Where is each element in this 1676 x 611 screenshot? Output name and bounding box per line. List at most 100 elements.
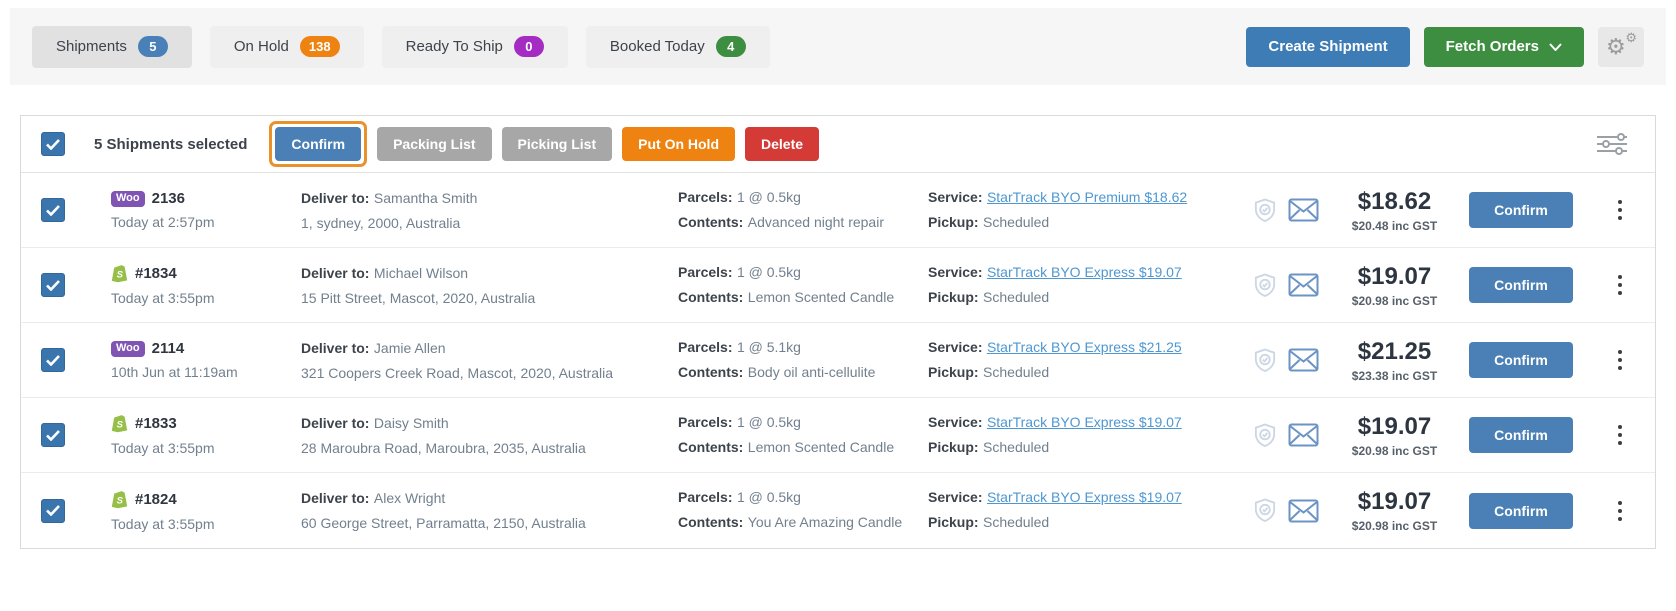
- tab-on-hold-count-badge: 138: [299, 36, 340, 57]
- bulk-confirm-button[interactable]: Confirm: [275, 127, 362, 161]
- deliver-to-label: Deliver to:: [301, 189, 370, 206]
- fetch-orders-button[interactable]: Fetch Orders: [1423, 26, 1584, 67]
- pickup-value: Scheduled: [983, 213, 1050, 230]
- status-tabs: Shipments 5 On Hold 138 Ready To Ship 0 …: [32, 25, 770, 68]
- pickup-label: Pickup:: [928, 363, 979, 380]
- parcels-value: 1 @ 0.5kg: [736, 413, 801, 430]
- row-checkbox[interactable]: [41, 423, 65, 447]
- parcels-label: Parcels:: [678, 413, 733, 430]
- shopify-icon: S: [111, 490, 128, 508]
- insurance-shield-icon[interactable]: [1254, 498, 1276, 523]
- price: $19.07: [1357, 262, 1432, 290]
- contents-label: Contents:: [678, 363, 744, 380]
- contents-label: Contents:: [678, 514, 744, 530]
- svg-text:S: S: [117, 495, 124, 506]
- delivery-address: 60 George Street, Parramatta, 2150, Aust…: [301, 515, 586, 531]
- email-icon[interactable]: [1288, 499, 1319, 523]
- picking-list-button[interactable]: Picking List: [501, 127, 613, 161]
- create-shipment-button[interactable]: Create Shipment: [1246, 26, 1410, 67]
- gear-icon: ⚙: [1606, 33, 1626, 59]
- service-link[interactable]: StarTrack BYO Express $19.07: [987, 264, 1182, 280]
- service-label: Service:: [928, 188, 983, 205]
- bulk-action-bar: 5 Shipments selected Confirm Packing Lis…: [21, 116, 1655, 173]
- order-date: Today at 3:55pm: [111, 440, 215, 456]
- row-confirm-button[interactable]: Confirm: [1469, 267, 1573, 303]
- parcels-value: 1 @ 5.1kg: [736, 338, 801, 355]
- row-menu-icon[interactable]: [1612, 419, 1628, 451]
- contents-value: Advanced night repair: [747, 213, 884, 230]
- delivery-address: 15 Pitt Street, Mascot, 2020, Australia: [301, 289, 536, 306]
- shopify-icon: S: [111, 415, 128, 433]
- deliver-to-label: Deliver to:: [301, 490, 370, 506]
- order-id: 2136: [151, 190, 185, 207]
- email-icon[interactable]: [1288, 273, 1319, 297]
- parcels-value: 1 @ 0.5kg: [736, 188, 801, 205]
- email-icon[interactable]: [1288, 348, 1319, 372]
- row-checkbox[interactable]: [41, 498, 65, 523]
- insurance-shield-icon[interactable]: [1254, 273, 1276, 298]
- order-date: Today at 2:57pm: [111, 214, 215, 230]
- deliver-to-label: Deliver to:: [301, 414, 370, 431]
- row-confirm-button[interactable]: Confirm: [1469, 492, 1573, 529]
- recipient-name: Samantha Smith: [373, 189, 478, 206]
- top-bar: Shipments 5 On Hold 138 Ready To Ship 0 …: [10, 8, 1666, 85]
- tab-booked-today[interactable]: Booked Today 4: [585, 25, 770, 68]
- recipient-name: Michael Wilson: [373, 264, 469, 281]
- email-icon[interactable]: [1288, 198, 1319, 222]
- contents-label: Contents:: [678, 213, 744, 230]
- insurance-shield-icon[interactable]: [1254, 348, 1276, 373]
- select-all-checkbox[interactable]: [41, 132, 65, 156]
- price-inc-gst: $20.98 inc GST: [1351, 443, 1438, 458]
- pickup-label: Pickup:: [928, 514, 979, 530]
- row-checkbox[interactable]: [41, 198, 65, 222]
- row-confirm-button[interactable]: Confirm: [1469, 417, 1573, 453]
- row-menu-icon[interactable]: [1612, 344, 1628, 376]
- put-on-hold-button[interactable]: Put On Hold: [622, 127, 736, 161]
- contents-label: Contents:: [678, 438, 744, 455]
- insurance-shield-icon[interactable]: [1254, 198, 1276, 223]
- row-menu-icon[interactable]: [1612, 194, 1628, 226]
- tab-shipments[interactable]: Shipments 5: [32, 25, 192, 68]
- price: $21.25: [1357, 337, 1432, 365]
- service-label: Service:: [928, 338, 983, 355]
- service-link[interactable]: StarTrack BYO Express $19.07: [987, 414, 1182, 430]
- parcels-label: Parcels:: [678, 338, 733, 355]
- shipment-row: Woo S 2114 10th Jun at 11:19am Deliver t…: [21, 323, 1655, 398]
- row-checkbox[interactable]: [41, 348, 65, 372]
- parcels-value: 1 @ 0.5kg: [736, 263, 801, 280]
- tab-on-hold[interactable]: On Hold 138: [209, 25, 364, 68]
- contents-label: Contents:: [678, 288, 744, 305]
- row-confirm-button[interactable]: Confirm: [1469, 192, 1573, 228]
- tab-on-hold-label: On Hold: [233, 38, 289, 55]
- pickup-value: Scheduled: [983, 438, 1050, 455]
- email-icon[interactable]: [1288, 423, 1319, 447]
- packing-list-button[interactable]: Packing List: [377, 127, 492, 161]
- row-checkbox[interactable]: [41, 273, 65, 297]
- tab-ready-to-ship[interactable]: Ready To Ship 0: [381, 25, 568, 68]
- row-menu-icon[interactable]: [1612, 495, 1628, 527]
- tab-shipments-label: Shipments: [56, 38, 127, 55]
- service-link[interactable]: StarTrack BYO Express $21.25: [987, 339, 1182, 355]
- contents-value: Lemon Scented Candle: [747, 438, 895, 455]
- service-label: Service:: [928, 413, 983, 430]
- service-link[interactable]: StarTrack BYO Express $19.07: [987, 489, 1182, 505]
- service-label: Service:: [928, 489, 983, 505]
- delete-button[interactable]: Delete: [745, 127, 820, 161]
- parcels-label: Parcels:: [678, 489, 733, 505]
- bulk-buttons: Confirm Packing List Picking List Put On…: [269, 121, 820, 167]
- price: $19.07: [1357, 488, 1432, 515]
- price-inc-gst: $20.98 inc GST: [1351, 293, 1438, 308]
- delivery-address: 28 Maroubra Road, Maroubra, 2035, Austra…: [301, 439, 586, 456]
- delivery-address: 1, sydney, 2000, Australia: [301, 214, 461, 231]
- check-icon: [46, 279, 60, 291]
- order-date: Today at 3:55pm: [111, 515, 215, 532]
- filter-settings-button[interactable]: [1595, 132, 1629, 156]
- service-link[interactable]: StarTrack BYO Premium $18.62: [987, 189, 1187, 205]
- woocommerce-icon: Woo: [111, 340, 145, 357]
- parcels-label: Parcels:: [678, 263, 733, 280]
- settings-button[interactable]: ⚙ ⚙: [1598, 26, 1644, 67]
- row-confirm-button[interactable]: Confirm: [1469, 342, 1573, 378]
- insurance-shield-icon[interactable]: [1254, 423, 1276, 448]
- row-menu-icon[interactable]: [1612, 269, 1628, 301]
- price: $19.07: [1357, 412, 1432, 440]
